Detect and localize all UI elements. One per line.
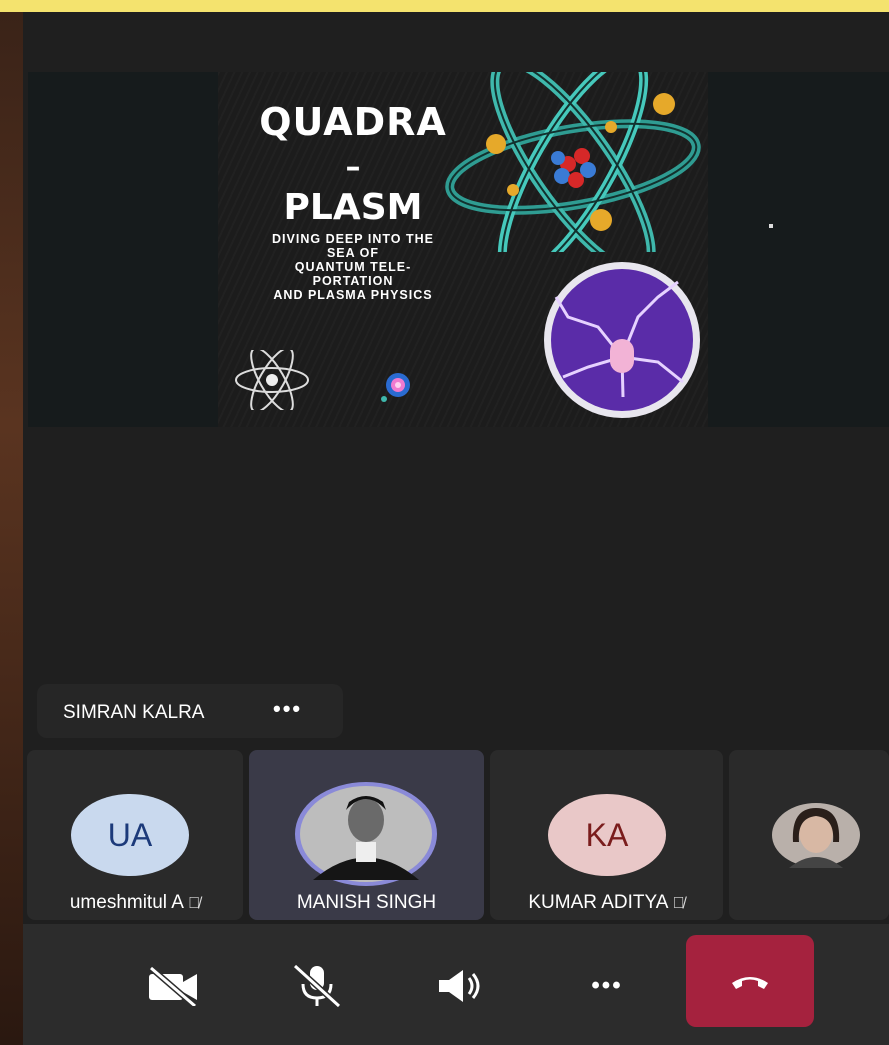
pinned-participant-label[interactable]: SIMRAN KALRA •••: [37, 684, 343, 738]
call-controls-bar: •••: [23, 924, 889, 1045]
participant-name: KUMAR ADITYA: [528, 892, 668, 913]
participant-name: MANISH SINGH: [296, 892, 437, 913]
subtitle-line: QUANTUM TELE-: [294, 260, 412, 274]
pinned-participant-name: SIMRAN KALRA: [63, 702, 205, 723]
more-options-button[interactable]: •••: [273, 696, 302, 722]
plasma-ball-illustration: [544, 262, 700, 418]
slide-subtitle: DIVING DEEP INTO THE SEA OF QUANTUM TELE…: [238, 232, 468, 302]
participant-name-row: KUMAR ADITYA 🎙̸: [490, 892, 723, 914]
subtitle-line: SEA OF: [326, 246, 380, 260]
avatar-initials: UA: [107, 816, 153, 853]
avatar-initials: KA: [585, 816, 629, 853]
avatar: KA: [548, 794, 666, 876]
participant-tile[interactable]: KA KUMAR ADITYA 🎙̸: [490, 750, 723, 920]
small-atom-icon: [235, 350, 309, 410]
subtitle-line: DIVING DEEP INTO THE: [272, 232, 434, 246]
participant-name: umeshmitul A: [69, 892, 183, 913]
speaker-icon: [439, 970, 480, 1002]
mic-off-icon: [292, 964, 342, 1008]
atom-illustration: [445, 72, 701, 252]
background-edge: [0, 12, 23, 1045]
camera-toggle-button[interactable]: [145, 958, 201, 1014]
meeting-app: QUADRA – PLASM DIVING DEEP INTO THE SEA …: [23, 12, 889, 1045]
pointer-dot: [769, 224, 773, 228]
more-label: •••: [591, 972, 623, 999]
more-options-button[interactable]: •••: [579, 958, 635, 1014]
shared-screen: QUADRA – PLASM DIVING DEEP INTO THE SEA …: [28, 72, 889, 427]
avatar: UA: [71, 794, 189, 876]
mic-toggle-button[interactable]: [289, 958, 345, 1014]
participant-tile-active[interactable]: MANISH SINGH: [249, 750, 484, 920]
participant-name-row: MANISH SINGH: [249, 892, 484, 914]
avatar-photo: [772, 803, 860, 868]
mic-off-icon: 🎙̸: [188, 895, 201, 912]
subtitle-line: AND PLASMA PHYSICS: [273, 288, 433, 302]
top-banner: [0, 0, 889, 12]
participant-tile[interactable]: UA umeshmitul A 🎙̸: [27, 750, 243, 920]
speaker-button[interactable]: [433, 958, 489, 1014]
camera-off-icon: [149, 966, 197, 1006]
participant-name-row: umeshmitul A 🎙̸: [27, 892, 243, 914]
orbit-dot-icon: [381, 373, 410, 402]
subtitle-line: PORTATION: [312, 274, 394, 288]
end-call-icon: [732, 977, 768, 989]
mic-off-icon: 🎙̸: [672, 895, 685, 912]
presentation-slide: QUADRA – PLASM DIVING DEEP INTO THE SEA …: [218, 72, 708, 427]
participant-tile[interactable]: [729, 750, 889, 920]
slide-title-line-2: PLASM: [283, 187, 423, 228]
slide-title-dash: –: [345, 150, 361, 185]
end-call-button[interactable]: [686, 935, 814, 1027]
avatar-photo: [295, 782, 437, 886]
slide-title-line-1: QUADRA: [259, 100, 447, 144]
